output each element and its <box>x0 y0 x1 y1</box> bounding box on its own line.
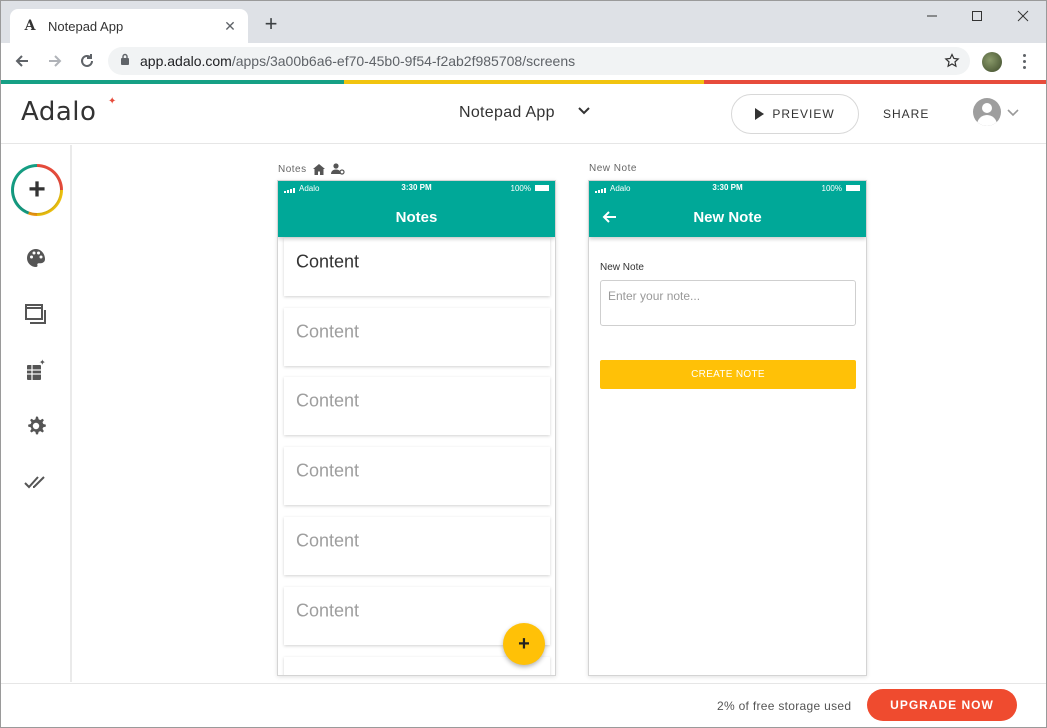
svg-text:✦: ✦ <box>39 358 46 367</box>
share-button[interactable]: SHARE <box>883 107 929 121</box>
battery-icon <box>535 185 549 191</box>
play-icon <box>755 108 765 120</box>
list-item[interactable]: Content <box>284 447 550 505</box>
create-note-button[interactable]: CREATE NOTE <box>600 360 856 389</box>
plus-icon: + <box>14 167 60 213</box>
database-icon[interactable]: ✦ <box>24 358 48 382</box>
list-item-text: Content <box>296 460 360 481</box>
preview-label: PREVIEW <box>772 107 835 121</box>
list-item-text: Content <box>296 530 360 551</box>
home-icon <box>312 163 325 175</box>
screen-label-notes[interactable]: Notes <box>278 163 345 175</box>
reload-icon[interactable] <box>75 49 99 73</box>
app-bar: Adalo 3:30 PM 100% Notes <box>278 181 555 237</box>
url-path: /apps/3a00b6a6-ef70-45b0-9f54-f2ab2f9857… <box>231 53 576 69</box>
phone-screen-notes[interactable]: Adalo 3:30 PM 100% Notes Content Content… <box>277 180 556 676</box>
battery-icon <box>846 185 860 191</box>
settings-gear-icon[interactable] <box>24 414 48 438</box>
note-input[interactable]: Enter your note... <box>600 280 856 326</box>
browser-tab-bar: A Notepad App ✕ + <box>0 0 1047 43</box>
address-bar[interactable]: app.adalo.com/apps/3a00b6a6-ef70-45b0-9f… <box>108 47 970 75</box>
list-item[interactable]: Content <box>284 238 550 296</box>
list-item-text: Content <box>296 251 360 272</box>
publish-checkmarks-icon[interactable] <box>24 470 48 494</box>
app-name[interactable]: Notepad App <box>459 104 555 122</box>
url-host: app.adalo.com <box>140 53 232 69</box>
chevron-down-icon[interactable] <box>577 104 591 118</box>
app-header: Adalo ✦ Notepad App PREVIEW SHARE <box>1 84 1046 144</box>
phone-screen-new-note[interactable]: Adalo 3:30 PM 100% New Note New Note Ent… <box>588 180 867 676</box>
close-tab-icon[interactable]: ✕ <box>222 18 238 34</box>
list-item-text: Content <box>296 321 360 342</box>
footer-bar: 2% of free storage used UPGRADE NOW <box>1 683 1046 727</box>
maximize-window-icon[interactable] <box>967 6 987 26</box>
status-bar: Adalo 3:30 PM 100% <box>589 181 866 195</box>
add-component-button[interactable]: + <box>11 164 63 216</box>
forward-icon[interactable] <box>43 49 67 73</box>
screens-icon[interactable] <box>24 302 48 326</box>
upgrade-now-button[interactable]: UPGRADE NOW <box>867 689 1017 721</box>
adalo-logo[interactable]: Adalo <box>21 97 96 127</box>
screens-canvas: Notes Adalo 3:30 PM 100% Notes Content C… <box>73 145 1046 682</box>
note-field-label: New Note <box>600 262 644 273</box>
preview-button[interactable]: PREVIEW <box>731 94 859 134</box>
browser-profile-avatar[interactable] <box>982 52 1002 72</box>
bookmark-star-icon[interactable] <box>944 53 960 74</box>
app-bar: Adalo 3:30 PM 100% New Note <box>589 181 866 237</box>
screen-label-new-note[interactable]: New Note <box>589 163 637 174</box>
list-item-text: Content <box>296 600 360 621</box>
screen-title: Notes <box>395 209 438 226</box>
logo-spark-icon: ✦ <box>108 96 117 107</box>
user-permission-icon <box>330 163 345 175</box>
browser-tab[interactable]: A Notepad App ✕ <box>10 9 248 43</box>
minimize-window-icon[interactable] <box>922 6 942 26</box>
screen-title: New Note <box>693 209 762 226</box>
tab-title: Notepad App <box>48 18 124 34</box>
url-text: app.adalo.com/apps/3a00b6a6-ef70-45b0-9f… <box>140 53 575 69</box>
storage-usage-text: 2% of free storage used <box>717 699 852 713</box>
add-note-fab[interactable]: + <box>503 623 545 665</box>
list-item[interactable]: Content <box>284 308 550 366</box>
screen-label-text: Notes <box>278 163 307 175</box>
battery-text: 100% <box>821 184 842 193</box>
status-bar: Adalo 3:30 PM 100% <box>278 181 555 195</box>
close-window-icon[interactable] <box>1013 6 1033 26</box>
list-item-text: Content <box>296 390 360 411</box>
browser-toolbar: app.adalo.com/apps/3a00b6a6-ef70-45b0-9f… <box>0 43 1047 79</box>
lock-icon <box>120 52 130 70</box>
new-tab-button[interactable]: + <box>261 13 281 35</box>
user-menu-chevron-icon[interactable] <box>1007 106 1019 118</box>
battery-text: 100% <box>510 184 531 193</box>
back-icon[interactable] <box>10 49 34 73</box>
screen-label-text: New Note <box>589 163 637 174</box>
user-avatar[interactable] <box>973 98 1001 126</box>
adalo-favicon-icon: A <box>24 18 36 34</box>
list-item[interactable]: Content <box>284 377 550 435</box>
palette-icon[interactable] <box>24 246 48 270</box>
left-sidebar: + ✦ <box>1 145 72 682</box>
browser-menu-icon[interactable] <box>1016 50 1032 72</box>
list-item[interactable]: Content <box>284 517 550 575</box>
